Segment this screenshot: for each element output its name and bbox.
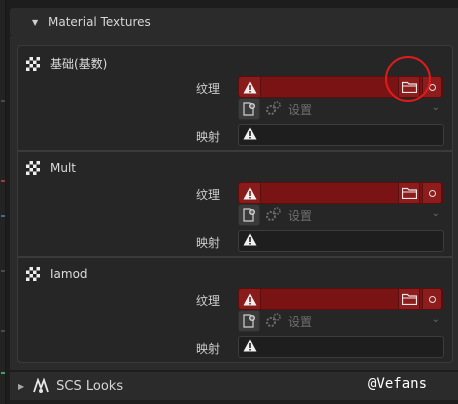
new-image-icon[interactable] [238,204,260,226]
folder-icon [401,293,417,305]
expand-triangle-icon[interactable]: ▶ [18,382,24,391]
material-textures-panel-header[interactable]: ▼ Material Textures [10,8,458,36]
folder-icon [401,187,417,199]
gear-icon [266,207,281,221]
edge-marker [1,270,5,272]
expand-triangle-icon[interactable]: ▼ [32,18,42,27]
texture-slot-title: 基础(基数) [50,57,108,71]
checker-texture-icon [26,267,40,281]
browse-file-button[interactable] [398,182,420,204]
texture-slot-mult: Mult 纹理 设置 ⌄ 映射 [17,151,453,257]
gear-icon [266,313,281,327]
texture-settings-field[interactable]: 设置 [288,101,312,118]
texture-settings-row: 设置 ⌄ [238,310,444,332]
texture-label: 纹理 [195,82,220,96]
warning-icon [239,289,261,309]
warning-icon [243,339,257,352]
texture-settings-field[interactable]: 设置 [288,207,312,224]
chevron-down-icon[interactable]: ⌄ [432,208,440,219]
texture-label: 纹理 [195,294,220,308]
new-image-icon[interactable] [238,98,260,120]
chevron-down-icon[interactable]: ⌄ [432,102,440,113]
watermark-text: @Vefans [368,376,428,392]
warning-icon [243,127,257,140]
panel-title: SCS Looks [56,378,124,394]
edge-marker [1,100,5,102]
gear-icon [266,101,281,115]
chevron-down-icon[interactable]: ⌄ [432,314,440,325]
edge-marker [1,330,5,332]
texture-slot-base: 基础(基数) 纹理 设置 ⌄ 映射 [17,45,453,151]
mapping-field[interactable] [238,124,444,146]
texture-settings-field[interactable]: 设置 [288,313,312,330]
texture-slot-title: Iamod [50,267,88,281]
warning-icon [239,183,261,203]
mapping-label: 映射 [195,236,220,250]
mapping-field[interactable] [238,230,444,252]
warning-icon [239,77,261,97]
mapping-label: 映射 [195,342,220,356]
scs-tools-icon [33,378,50,393]
checker-texture-icon [26,161,40,175]
warning-icon [243,233,257,246]
edge-marker [1,372,5,374]
edge-marker [1,215,5,217]
circle-toggle-icon[interactable] [422,288,442,310]
new-image-icon[interactable] [238,310,260,332]
circle-toggle-icon[interactable] [422,182,442,204]
mapping-field[interactable] [238,336,444,358]
checker-texture-icon [26,56,40,71]
texture-label: 纹理 [195,188,220,202]
mapping-label: 映射 [195,130,220,144]
texture-slot-iamod: Iamod 纹理 设置 ⌄ 映射 [17,257,453,363]
edge-marker [1,180,5,182]
browse-file-button[interactable] [398,288,420,310]
highlight-circle [385,56,431,102]
texture-settings-row: 设置 ⌄ [238,204,444,226]
panel-title: Material Textures [48,15,151,29]
texture-slot-title: Mult [50,161,76,175]
editor-edge-strip [0,0,6,404]
